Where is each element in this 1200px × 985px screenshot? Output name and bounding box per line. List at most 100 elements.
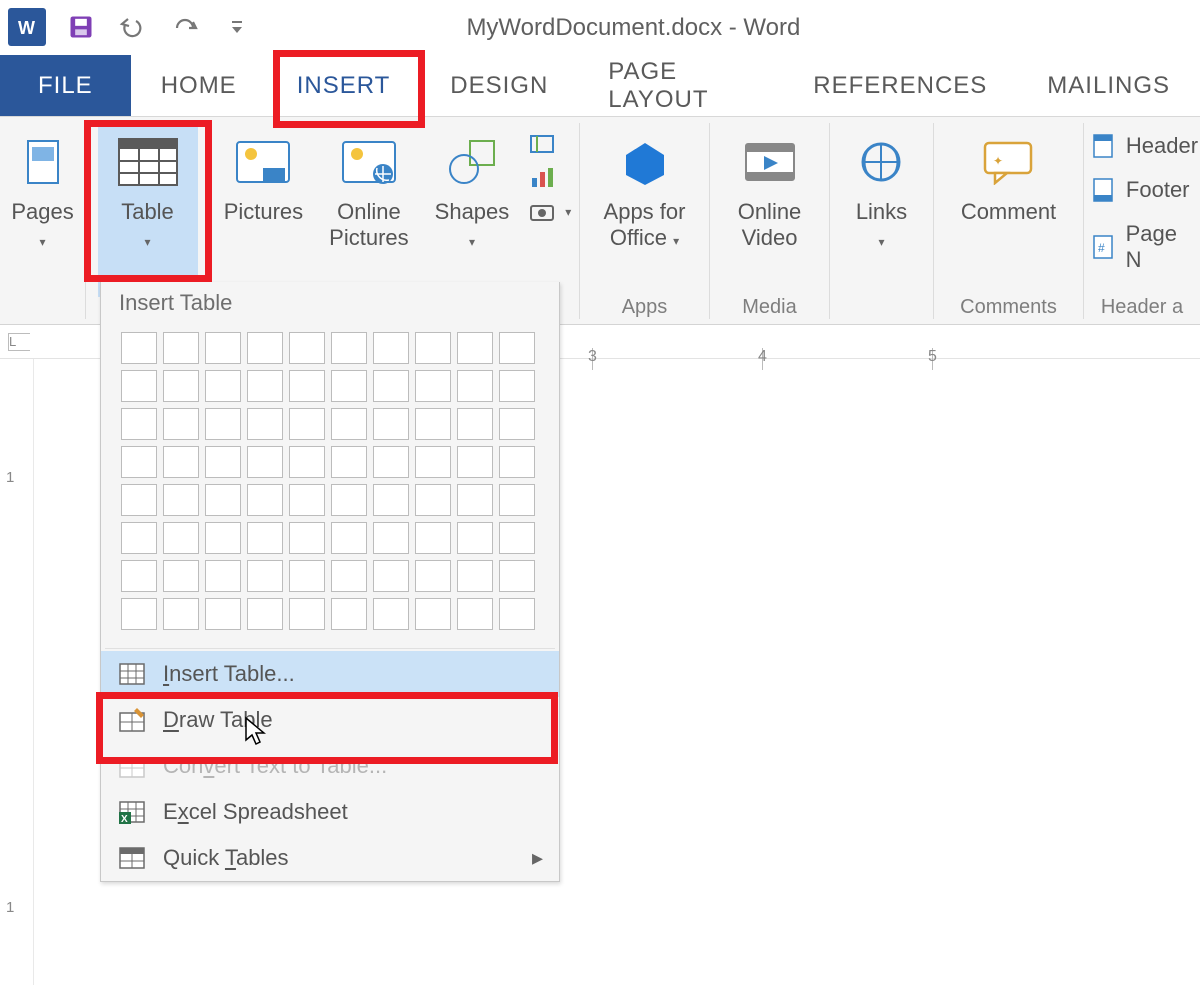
tab-page-layout[interactable]: PAGE LAYOUT [578, 55, 783, 116]
grid-cell[interactable] [415, 408, 451, 440]
grid-cell[interactable] [373, 598, 409, 630]
pages-button[interactable]: Pages ▾ [5, 127, 79, 297]
grid-cell[interactable] [415, 332, 451, 364]
undo-button[interactable] [116, 10, 150, 44]
grid-cell[interactable] [457, 598, 493, 630]
grid-cell[interactable] [331, 370, 367, 402]
grid-cell[interactable] [373, 408, 409, 440]
grid-cell[interactable] [163, 370, 199, 402]
menu-excel-spreadsheet[interactable]: X Excel Spreadsheet [101, 789, 559, 835]
grid-cell[interactable] [205, 408, 241, 440]
smartart-button[interactable] [529, 131, 571, 157]
grid-cell[interactable] [331, 408, 367, 440]
grid-cell[interactable] [331, 484, 367, 516]
grid-cell[interactable] [247, 446, 283, 478]
grid-cell[interactable] [163, 598, 199, 630]
grid-cell[interactable] [415, 484, 451, 516]
grid-cell[interactable] [247, 370, 283, 402]
qat-customize-button[interactable] [220, 10, 254, 44]
grid-cell[interactable] [457, 484, 493, 516]
online-pictures-button[interactable]: Online Pictures [323, 127, 414, 297]
grid-cell[interactable] [205, 446, 241, 478]
header-button[interactable]: Header [1090, 133, 1198, 159]
grid-cell[interactable] [331, 446, 367, 478]
grid-cell[interactable] [373, 484, 409, 516]
grid-cell[interactable] [205, 332, 241, 364]
grid-cell[interactable] [289, 522, 325, 554]
grid-cell[interactable] [289, 560, 325, 592]
menu-quick-tables[interactable]: Quick Tables ▸ [101, 835, 559, 881]
apps-for-office-button[interactable]: Apps for Office ▾ [598, 127, 692, 297]
grid-cell[interactable] [205, 560, 241, 592]
grid-cell[interactable] [499, 332, 535, 364]
grid-cell[interactable] [121, 332, 157, 364]
grid-cell[interactable] [373, 370, 409, 402]
grid-cell[interactable] [205, 522, 241, 554]
table-size-grid[interactable] [101, 326, 559, 646]
menu-insert-table[interactable]: Insert Table... [101, 651, 559, 697]
grid-cell[interactable] [121, 598, 157, 630]
tab-design[interactable]: DESIGN [420, 55, 578, 116]
online-video-button[interactable]: Online Video [732, 127, 808, 297]
grid-cell[interactable] [457, 522, 493, 554]
grid-cell[interactable] [247, 408, 283, 440]
grid-cell[interactable] [373, 446, 409, 478]
grid-cell[interactable] [121, 484, 157, 516]
save-button[interactable] [64, 10, 98, 44]
grid-cell[interactable] [457, 370, 493, 402]
grid-cell[interactable] [415, 446, 451, 478]
grid-cell[interactable] [121, 522, 157, 554]
grid-cell[interactable] [499, 560, 535, 592]
grid-cell[interactable] [247, 598, 283, 630]
grid-cell[interactable] [499, 522, 535, 554]
grid-cell[interactable] [163, 408, 199, 440]
grid-cell[interactable] [247, 332, 283, 364]
grid-cell[interactable] [457, 560, 493, 592]
grid-cell[interactable] [499, 598, 535, 630]
grid-cell[interactable] [415, 522, 451, 554]
page-number-button[interactable]: #Page N [1090, 221, 1198, 273]
grid-cell[interactable] [499, 370, 535, 402]
grid-cell[interactable] [121, 408, 157, 440]
grid-cell[interactable] [247, 560, 283, 592]
links-button[interactable]: Links ▾ [850, 127, 913, 297]
grid-cell[interactable] [163, 332, 199, 364]
grid-cell[interactable] [163, 484, 199, 516]
grid-cell[interactable] [331, 598, 367, 630]
tab-home[interactable]: HOME [131, 55, 267, 116]
grid-cell[interactable] [121, 560, 157, 592]
grid-cell[interactable] [247, 484, 283, 516]
screenshot-button[interactable]: ▾ [529, 199, 571, 225]
grid-cell[interactable] [289, 484, 325, 516]
grid-cell[interactable] [121, 370, 157, 402]
grid-cell[interactable] [457, 332, 493, 364]
grid-cell[interactable] [289, 332, 325, 364]
grid-cell[interactable] [121, 446, 157, 478]
footer-button[interactable]: Footer [1090, 177, 1198, 203]
grid-cell[interactable] [205, 484, 241, 516]
menu-draw-table[interactable]: Draw Table [101, 697, 559, 743]
grid-cell[interactable] [331, 522, 367, 554]
grid-cell[interactable] [205, 370, 241, 402]
grid-cell[interactable] [415, 560, 451, 592]
grid-cell[interactable] [457, 446, 493, 478]
redo-button[interactable] [168, 10, 202, 44]
grid-cell[interactable] [331, 560, 367, 592]
tab-file[interactable]: FILE [0, 55, 131, 116]
grid-cell[interactable] [415, 598, 451, 630]
comment-button[interactable]: ✦ Comment [955, 127, 1062, 297]
grid-cell[interactable] [331, 332, 367, 364]
grid-cell[interactable] [163, 560, 199, 592]
chart-button[interactable] [529, 165, 571, 191]
grid-cell[interactable] [415, 370, 451, 402]
pictures-button[interactable]: Pictures [218, 127, 309, 297]
grid-cell[interactable] [373, 332, 409, 364]
grid-cell[interactable] [289, 446, 325, 478]
grid-cell[interactable] [499, 484, 535, 516]
grid-cell[interactable] [289, 408, 325, 440]
grid-cell[interactable] [373, 560, 409, 592]
grid-cell[interactable] [373, 522, 409, 554]
grid-cell[interactable] [499, 408, 535, 440]
shapes-button[interactable]: Shapes ▾ [429, 127, 516, 297]
grid-cell[interactable] [163, 446, 199, 478]
